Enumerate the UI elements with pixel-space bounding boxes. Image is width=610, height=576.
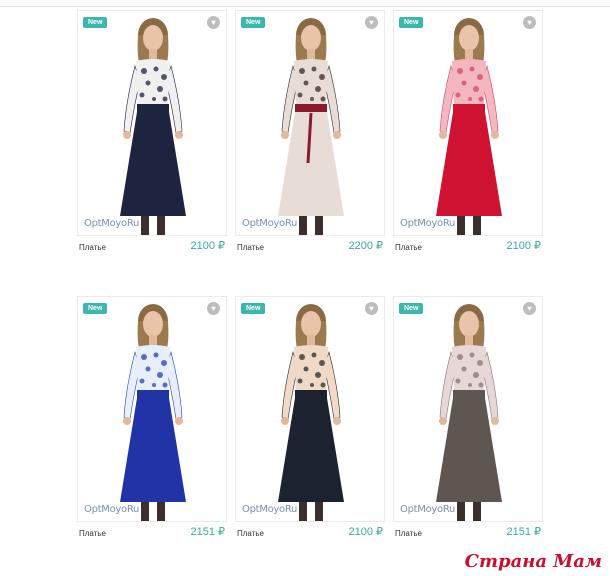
- product-card[interactable]: New ♥ OptMoyoRu Платье 2100 ₽: [77, 10, 227, 268]
- brand-logo: OptMoyoRu: [84, 218, 140, 229]
- heart-icon[interactable]: ♥: [365, 16, 378, 29]
- product-price: 2100 ₽: [506, 240, 541, 252]
- heart-icon[interactable]: ♥: [207, 302, 220, 315]
- new-badge: New: [241, 17, 266, 28]
- dress-photo: [436, 304, 502, 521]
- product-name[interactable]: Платье: [237, 243, 264, 252]
- product-price: 2151 ₽: [190, 526, 225, 538]
- product-photo[interactable]: New ♥ OptMoyoRu: [393, 10, 543, 236]
- product-price: 2100 ₽: [348, 526, 383, 538]
- product-name[interactable]: Платье: [79, 243, 106, 252]
- top-divider: [0, 0, 610, 7]
- product-price: 2151 ₽: [506, 526, 541, 538]
- heart-icon[interactable]: ♥: [365, 302, 378, 315]
- brand-logo: OptMoyoRu: [400, 218, 456, 229]
- brand-logo: OptMoyoRu: [242, 504, 298, 515]
- dress-photo: [278, 18, 344, 235]
- dress-photo: [278, 304, 344, 521]
- dress-photo: [120, 18, 186, 235]
- heart-icon[interactable]: ♥: [207, 16, 220, 29]
- new-badge: New: [399, 17, 424, 28]
- brand-logo: OptMoyoRu: [242, 218, 298, 229]
- product-photo[interactable]: New ♥ OptMoyoRu: [77, 10, 227, 236]
- product-card[interactable]: New ♥ OptMoyoRu Платье 2151 ₽: [393, 296, 543, 554]
- brand-logo: OptMoyoRu: [84, 504, 140, 515]
- product-card[interactable]: New ♥ OptMoyoRu Платье 2151 ₽: [77, 296, 227, 554]
- heart-icon[interactable]: ♥: [523, 302, 536, 315]
- product-name[interactable]: Платье: [395, 529, 422, 538]
- brand-logo: OptMoyoRu: [400, 504, 456, 515]
- product-name[interactable]: Платье: [237, 529, 264, 538]
- product-photo[interactable]: New ♥ OptMoyoRu: [393, 296, 543, 522]
- product-price: 2200 ₽: [348, 240, 383, 252]
- product-price: 2100 ₽: [190, 240, 225, 252]
- product-photo[interactable]: New ♥ OptMoyoRu: [77, 296, 227, 522]
- product-photo[interactable]: New ♥ OptMoyoRu: [235, 10, 385, 236]
- new-badge: New: [83, 303, 108, 314]
- dress-photo: [120, 304, 186, 521]
- dress-photo: [436, 18, 502, 235]
- product-card[interactable]: New ♥ OptMoyoRu Платье 2100 ₽: [235, 296, 385, 554]
- product-photo[interactable]: New ♥ OptMoyoRu: [235, 296, 385, 522]
- product-card[interactable]: New ♥ OptMoyoRu Платье 2200 ₽: [235, 10, 385, 268]
- new-badge: New: [241, 303, 266, 314]
- site-watermark: Страна Мам: [464, 551, 602, 572]
- new-badge: New: [83, 17, 108, 28]
- product-card[interactable]: New ♥ OptMoyoRu Платье 2100 ₽: [393, 10, 543, 268]
- product-name[interactable]: Платье: [79, 529, 106, 538]
- new-badge: New: [399, 303, 424, 314]
- heart-icon[interactable]: ♥: [523, 16, 536, 29]
- product-name[interactable]: Платье: [395, 243, 422, 252]
